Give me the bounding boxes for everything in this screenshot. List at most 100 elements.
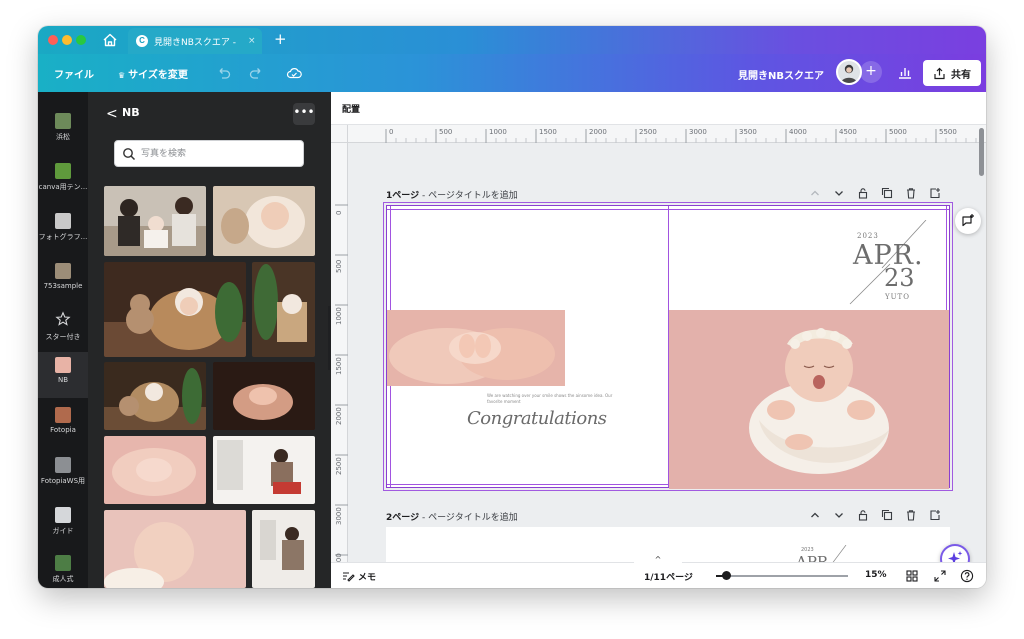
photo-thumbnail[interactable] [104, 510, 246, 588]
rail-item-fotopia-ws[interactable]: FotopiaWS用 [38, 452, 88, 498]
duplicate-icon[interactable] [881, 509, 893, 521]
photo-thumbnail[interactable] [104, 436, 206, 504]
rail-item-753sample[interactable]: 753sample [38, 258, 88, 304]
photo-family-room-image [252, 510, 315, 588]
analytics-icon[interactable] [896, 63, 914, 81]
hands-feet-photo[interactable] [387, 310, 565, 386]
photo-thumbnail[interactable] [104, 362, 206, 430]
rail-item-label: ガイド [52, 527, 74, 535]
rail-item-starred[interactable]: スター付き [38, 306, 88, 352]
lock-icon[interactable] [857, 509, 869, 521]
rail-item-photograph[interactable]: フォトグラフ... [38, 208, 88, 254]
folder-thumbnail [55, 555, 71, 571]
hands-feet-image [387, 310, 565, 386]
home-icon[interactable] [102, 32, 118, 48]
fullscreen-icon[interactable] [933, 569, 947, 583]
yawning-baby-image [669, 310, 949, 489]
photo-thumbnail[interactable] [104, 262, 246, 357]
file-menu-button[interactable]: ファイル [54, 66, 94, 81]
photo-thumbnail[interactable] [213, 436, 315, 504]
grid-view-icon[interactable] [905, 569, 919, 583]
page-1-header[interactable]: 1ページ - ページタイトルを追加 [386, 188, 518, 201]
new-tab-button[interactable]: + [274, 31, 287, 47]
congratulations-script[interactable]: Congratulations [467, 408, 607, 429]
resize-button[interactable]: ♛ サイズを変更 [118, 66, 188, 81]
comment-button[interactable] [955, 208, 981, 234]
photo-thumbnail[interactable] [252, 510, 315, 588]
redo-icon[interactable] [248, 65, 264, 81]
notes-button[interactable]: メモ [358, 570, 376, 583]
rail-item-fotopia[interactable]: Fotopia [38, 402, 88, 448]
caption-text[interactable]: We are watching over your smile shows th… [487, 393, 627, 405]
trash-icon[interactable] [905, 509, 917, 521]
rail-item-guide[interactable]: ガイド [38, 502, 88, 548]
lock-icon[interactable] [857, 187, 869, 199]
chevron-up-icon[interactable] [809, 187, 821, 199]
close-window-button[interactable] [48, 35, 58, 45]
crown-icon: ♛ [118, 71, 126, 80]
page-number: 2ページ [386, 513, 420, 523]
position-button[interactable]: 配置 [342, 102, 360, 115]
search-input[interactable] [141, 145, 299, 163]
ruler-label: 1500 [539, 128, 557, 136]
rail-item-canva-template[interactable]: canva用テン... [38, 158, 88, 204]
tab-title: 見開きNBスクエア - [154, 37, 237, 48]
tab-document[interactable]: C 見開きNBスクエア - × [128, 28, 262, 54]
page-number: 1ページ [386, 191, 420, 201]
photo-baby-chair-image [252, 262, 315, 357]
invite-button[interactable]: + [860, 61, 882, 83]
rail-item-seijinshiki[interactable]: 成人式 [38, 550, 88, 588]
page-1-spread[interactable]: We are watching over your smile shows th… [383, 202, 953, 491]
photo-search [114, 140, 304, 167]
document-name[interactable]: 見開きNBスクエア [738, 67, 824, 82]
page-counter[interactable]: 1/11ページ [644, 570, 693, 583]
ruler-corner [331, 125, 348, 143]
minimize-window-button[interactable] [62, 35, 72, 45]
date-block[interactable]: 2023 APR. 23 YUTO [842, 220, 932, 306]
back-chevron-icon[interactable]: < [106, 106, 118, 122]
cloud-saved-icon[interactable] [286, 65, 302, 81]
ruler-label: 500 [335, 259, 343, 273]
undo-icon[interactable] [216, 65, 232, 81]
photo-bear-basket-image [104, 362, 206, 430]
photo-thumbnail[interactable] [213, 186, 315, 256]
add-page-title-link[interactable]: ページタイトルを追加 [428, 191, 518, 201]
ruler-label: 0 [389, 128, 394, 136]
trash-icon[interactable] [905, 187, 917, 199]
rail-item-hamamatsu[interactable]: 浜松 [38, 108, 88, 154]
notes-icon[interactable] [341, 569, 355, 583]
photo-thumbnail[interactable] [104, 186, 206, 256]
tab-close-icon[interactable]: × [248, 36, 262, 46]
folder-thumbnail [55, 113, 71, 129]
chevron-down-icon[interactable] [833, 187, 845, 199]
ruler-label: 2500 [335, 457, 343, 475]
zoom-slider-handle[interactable] [722, 571, 731, 580]
ruler-label: 0 [335, 210, 343, 215]
folder-thumbnail [55, 263, 71, 279]
add-page-icon[interactable] [929, 509, 941, 521]
user-avatar[interactable] [836, 59, 862, 85]
chevron-down-icon[interactable] [833, 509, 845, 521]
chevron-up-icon[interactable] [809, 509, 821, 521]
zoom-slider-track[interactable] [716, 575, 848, 577]
expand-pages-button[interactable]: ^ [634, 555, 682, 565]
rail-item-label: FotopiaWS用 [40, 477, 86, 485]
rail-item-nb[interactable]: NB [38, 352, 88, 398]
photo-sleeping-baby-image [213, 186, 315, 256]
photo-thumbnail[interactable] [213, 362, 315, 430]
add-page-icon[interactable] [929, 187, 941, 199]
baby-photo[interactable] [669, 310, 949, 489]
zoom-percentage[interactable]: 15% [865, 570, 887, 580]
more-options-button[interactable]: ••• [293, 103, 315, 125]
folder-panel: < NB ••• [88, 92, 331, 588]
duplicate-icon[interactable] [881, 187, 893, 199]
maximize-window-button[interactable] [76, 35, 86, 45]
add-page-title-link[interactable]: ページタイトルを追加 [428, 513, 518, 523]
photo-thumbnail[interactable] [252, 262, 315, 357]
photo-mother-room-image [213, 436, 315, 504]
margin-guide [387, 209, 949, 210]
help-icon[interactable] [960, 569, 974, 583]
vertical-scrollbar[interactable] [979, 128, 984, 176]
page-2-header[interactable]: 2ページ - ページタイトルを追加 [386, 510, 518, 523]
share-button[interactable]: 共有 [923, 60, 981, 86]
